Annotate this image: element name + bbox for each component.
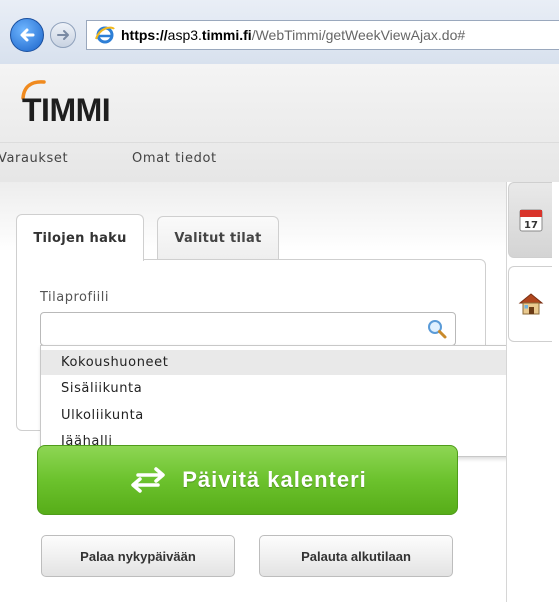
tilaprofiili-dropdown: Kokoushuoneet Sisäliikunta Ulkoliikunta … <box>40 345 559 457</box>
swap-arrows-icon <box>131 467 165 493</box>
menu-item-omat-tiedot[interactable]: Omat tiedot <box>132 151 217 166</box>
url-text: https://asp3.timmi.fi/WebTimmi/getWeekVi… <box>121 27 465 43</box>
dropdown-option-sisaliikunta[interactable]: Sisäliikunta <box>41 376 559 401</box>
dropdown-option-ulkoliikunta[interactable]: Ulkoliikunta <box>41 403 559 428</box>
refresh-calendar-button[interactable]: Päivitä kalenteri <box>37 445 458 515</box>
forward-button[interactable] <box>50 22 76 48</box>
menu-item-varaukset[interactable]: Varaukset <box>0 151 68 166</box>
tilaprofiili-label: Tilaprofiili <box>40 290 110 305</box>
rail-tab-home[interactable] <box>508 266 552 342</box>
tab-tilojen-haku[interactable]: Tilojen haku <box>16 214 144 261</box>
calendar-day-number: 17 <box>524 220 538 231</box>
url-host-prefix: asp3. <box>167 27 202 43</box>
ie-icon <box>95 26 115 44</box>
back-to-today-button[interactable]: Palaa nykypäivään <box>41 535 235 577</box>
browser-toolbar: https://asp3.timmi.fi/WebTimmi/getWeekVi… <box>0 0 559 64</box>
refresh-calendar-label: Päivitä kalenteri <box>182 467 367 492</box>
dropdown-option-kokoushuoneet[interactable]: Kokoushuoneet <box>41 350 559 375</box>
reset-button[interactable]: Palauta alkutilaan <box>259 535 453 577</box>
address-bar[interactable]: https://asp3.timmi.fi/WebTimmi/getWeekVi… <box>86 20 559 50</box>
search-icon[interactable] <box>426 318 448 340</box>
url-host-domain: timmi.fi <box>201 27 252 43</box>
tilaprofiili-input[interactable] <box>40 312 456 346</box>
app-logo[interactable]: TIMMI <box>22 92 111 129</box>
back-arrow-icon <box>20 28 35 42</box>
house-icon <box>518 293 543 315</box>
rail-tab-calendar[interactable]: 17 <box>508 182 552 258</box>
url-scheme: https:// <box>121 27 168 43</box>
calendar-icon: 17 <box>519 209 542 232</box>
forward-arrow-icon <box>57 30 69 40</box>
back-button[interactable] <box>10 18 44 52</box>
main-menu: Varaukset Omat tiedot <box>0 142 559 174</box>
url-path: /WebTimmi/getWeekViewAjax.do# <box>251 27 466 43</box>
tab-valitut-tilat[interactable]: Valitut tilat <box>157 216 279 260</box>
